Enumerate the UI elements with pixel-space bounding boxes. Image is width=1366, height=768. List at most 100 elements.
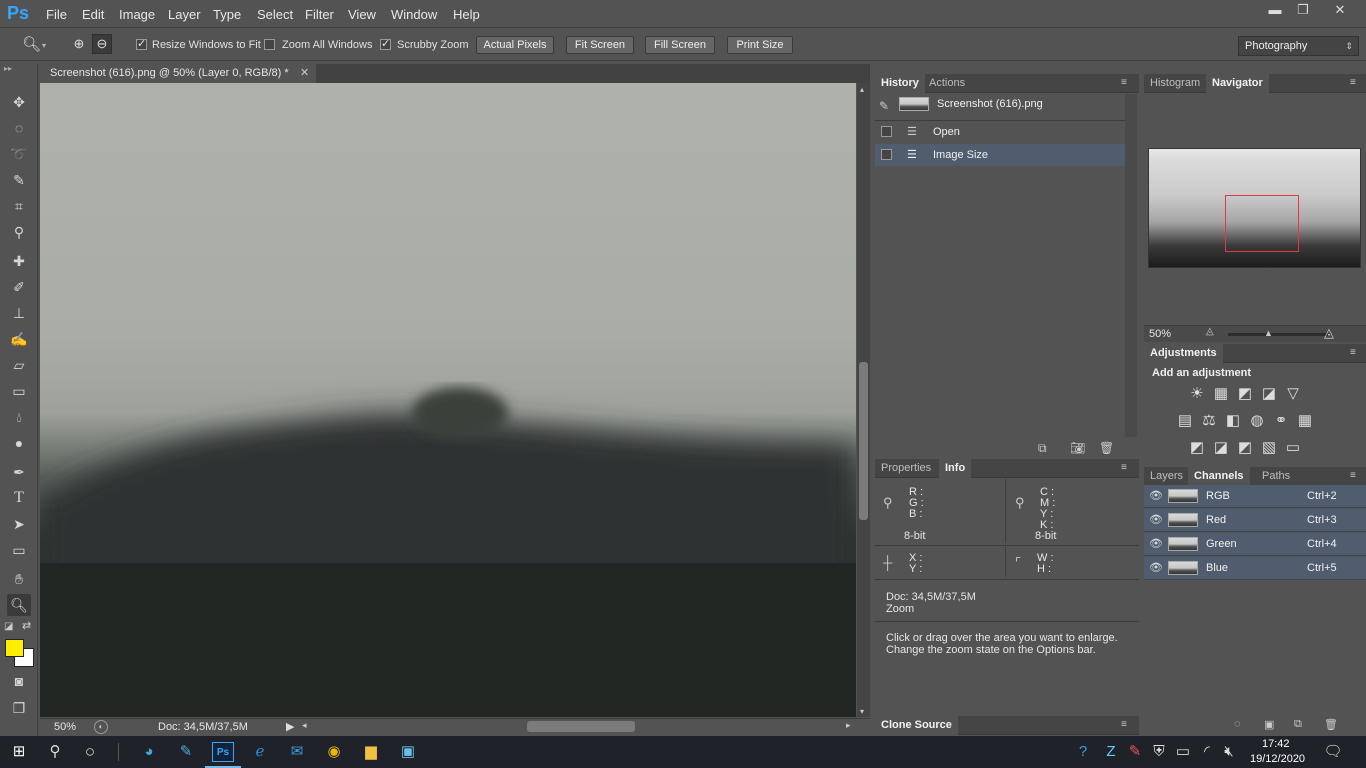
tab-histogram[interactable]: Histogram [1144,74,1206,93]
channel-row-green[interactable]: 👁︎ Green Ctrl+4 [1144,533,1366,556]
menu-edit[interactable]: Edit [82,7,104,22]
navigator-preview[interactable] [1148,148,1361,268]
notifications-icon[interactable]: 🗨︎ [1322,742,1344,762]
tab-paths[interactable]: Paths [1256,467,1296,486]
color-balance-icon[interactable]: ⚖ [1200,412,1218,430]
new-channel-icon[interactable]: ⧉ [1294,718,1302,731]
eyedropper-tool-icon[interactable]: ⚲ [7,221,31,243]
history-scrollbar[interactable] [1125,94,1137,437]
snapshot-camera-icon[interactable]: 📷︎ [1070,441,1085,455]
menu-help[interactable]: Help [453,7,480,22]
invert-icon[interactable]: ◩ [1188,439,1206,457]
visibility-eye-icon[interactable]: 👁︎ [1149,557,1163,580]
hue-saturation-icon[interactable]: ▤ [1176,412,1194,430]
quick-mask-icon[interactable]: ◙ [7,670,31,692]
color-lookup-icon[interactable]: ▦ [1296,412,1314,430]
zoom-in-large-icon[interactable]: ◬ [1324,325,1334,341]
resize-windows-checkbox[interactable] [136,37,147,50]
photo-filter-icon[interactable]: ◍ [1248,412,1266,430]
black-white-icon[interactable]: ◧ [1224,412,1242,430]
move-tool-icon[interactable]: ✥ [7,91,31,113]
clone-source-panel[interactable]: Clone Source ≡ [875,716,1139,735]
close-button[interactable]: ✕ [1322,0,1358,20]
panel-menu-icon[interactable]: ≡ [1121,462,1127,473]
channel-row-rgb[interactable]: 👁︎ RGB Ctrl+2 [1144,485,1366,508]
default-colors-icon[interactable]: ◪ [4,621,13,632]
menu-layer[interactable]: Layer [168,7,201,22]
toolbox-collapse-icon[interactable]: ▸▸ [4,64,12,73]
path-selection-tool-icon[interactable]: ➤ [7,513,31,535]
zoom-in-icon[interactable]: ⊕ [70,36,88,54]
scroll-right-icon[interactable]: ▸ [846,720,851,731]
workspace-select[interactable]: Photography ⇕ [1238,36,1359,56]
levels-icon[interactable]: ▦ [1212,385,1230,403]
cmyk-eyedropper-icon[interactable]: ⚲ [1015,495,1025,511]
history-item-open[interactable]: ☰ Open [875,121,1125,143]
vertical-scroll-thumb[interactable] [859,362,868,520]
visibility-eye-icon[interactable]: 👁︎ [1149,485,1163,508]
zoom-all-windows-checkbox[interactable] [264,39,275,50]
threshold-icon[interactable]: ◩ [1236,439,1254,457]
new-document-from-state-icon[interactable]: ⧉ [1038,441,1047,456]
hand-tool-icon[interactable]: ✋︎ [7,568,31,590]
vibrance-icon[interactable]: ▽ [1284,385,1302,403]
blur-tool-icon[interactable]: 💧︎ [7,406,31,428]
navigator-zoom-slider[interactable] [1228,333,1330,336]
actual-pixels-button[interactable]: Actual Pixels [476,36,554,54]
menu-image[interactable]: Image [119,7,155,22]
status-zoom[interactable]: 50% [54,721,76,733]
file-explorer-icon[interactable]: ▆ [360,742,382,762]
tab-clone-source[interactable]: Clone Source [875,716,958,735]
history-brush-source-icon[interactable]: ✎ [879,99,889,113]
menu-file[interactable]: File [46,7,67,22]
navigator-zoom-value[interactable]: 50% [1149,328,1171,340]
load-channel-selection-icon[interactable]: ◌ [1234,718,1241,730]
channel-row-blue[interactable]: 👁︎ Blue Ctrl+5 [1144,557,1366,580]
menu-type[interactable]: Type [213,7,241,22]
panel-menu-icon[interactable]: ≡ [1350,347,1356,358]
tab-properties[interactable]: Properties [875,459,937,478]
mail-icon[interactable]: ✉ [286,742,308,762]
image-canvas[interactable] [40,83,856,717]
navigator-view-box[interactable] [1225,195,1299,252]
fit-screen-button[interactable]: Fit Screen [566,36,634,54]
exposure-icon[interactable]: ◪ [1260,385,1278,403]
swap-colors-icon[interactable]: ⇄ [22,619,31,632]
delete-state-icon[interactable]: 🗑︎ [1099,441,1114,455]
zoom-out-icon[interactable]: ⊖ [92,34,112,54]
status-info-icon[interactable]: ◐ [94,720,108,734]
zoom-out-small-icon[interactable]: ◬ [1206,326,1214,337]
menu-view[interactable]: View [348,7,376,22]
print-size-button[interactable]: Print Size [727,36,793,54]
document-tab[interactable]: Screenshot (616).png @ 50% (Layer 0, RGB… [40,64,316,83]
visibility-eye-icon[interactable]: 👁︎ [1149,509,1163,532]
tab-info[interactable]: Info [939,459,972,478]
wifi-icon[interactable]: ◜ [1196,742,1218,762]
visibility-eye-icon[interactable]: 👁︎ [1149,533,1163,556]
fill-screen-button[interactable]: Fill Screen [645,36,715,54]
scroll-up-icon[interactable]: ▴ [860,85,864,94]
screen-mode-icon[interactable]: ❐ [7,697,31,719]
selective-color-icon[interactable]: ▭ [1284,439,1302,457]
rectangle-tool-icon[interactable]: ▭ [7,539,31,561]
rgb-eyedropper-icon[interactable]: ⚲ [883,495,893,511]
tab-actions[interactable]: Actions [923,74,971,93]
menu-select[interactable]: Select [257,7,293,22]
task-view-icon[interactable]: ○ [79,742,101,762]
tab-history[interactable]: History [875,74,925,93]
history-source-checkbox[interactable] [881,126,892,137]
history-source-checkbox[interactable] [881,149,892,160]
panel-menu-icon[interactable]: ≡ [1121,77,1127,88]
healing-brush-tool-icon[interactable]: ✚ [7,250,31,272]
channel-mixer-icon[interactable]: ⚭ [1272,412,1290,430]
help-tray-icon[interactable]: ? [1072,742,1094,762]
lasso-tool-icon[interactable]: ➰ [7,143,31,165]
search-icon[interactable]: ⚲ [44,742,66,762]
preset-dropdown-icon[interactable]: ▾ [42,41,46,50]
foreground-color-swatch[interactable] [5,639,24,657]
scrubby-zoom-checkbox[interactable] [380,37,391,50]
pen-tool-icon[interactable]: ✒ [7,461,31,483]
gradient-tool-icon[interactable]: ▭ [7,380,31,402]
save-selection-channel-icon[interactable]: ▣ [1264,718,1274,731]
snapshot-name[interactable]: Screenshot (616).png [937,98,1043,110]
